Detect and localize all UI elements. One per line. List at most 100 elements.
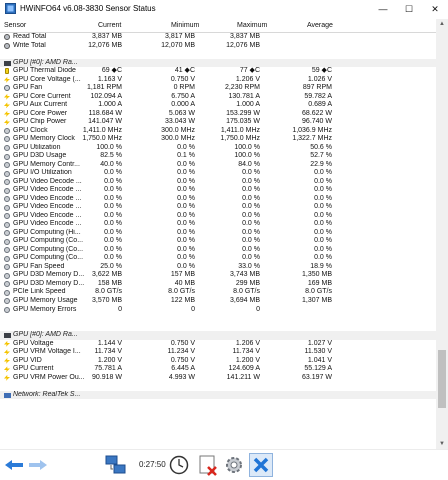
sensor-row[interactable]: GPU Memory Contr... 40.0 % 0.0 % 84.0 % 22.9…	[0, 161, 436, 170]
average-value: 169 MB	[307, 279, 332, 287]
sensor-row[interactable]: GPU Memory Usage 3,570 MB 122 MB 3,694 MB 1,…	[0, 297, 436, 306]
sensor-row[interactable]: Write Total 12,076 MB 12,070 MB 12,076 MB	[0, 42, 436, 51]
minimum-value: 6.750 A	[171, 92, 195, 100]
sensor-row[interactable]: GPU D3D Memory D... 158 MB 40 MB 299 MB 169 …	[0, 280, 436, 289]
maximum-value: 12,076 MB	[226, 41, 260, 49]
average-value: 18.9 %	[310, 262, 332, 270]
sensor-group-header[interactable]: GPU [#0]: AMD Ra...	[0, 331, 436, 340]
minimum-value: 0.0 %	[177, 254, 195, 262]
sensor-row[interactable]: GPU Video Decode ... 0.0 % 0.0 % 0.0 % 0.0 %	[0, 178, 436, 187]
sensor-row[interactable]: GPU Core Power 118.684 W 5.063 W 153.299 W6…	[0, 110, 436, 119]
header-minimum[interactable]: Minimum	[171, 22, 199, 29]
clock-icon	[169, 455, 189, 475]
close-button[interactable]: ✕	[422, 0, 448, 18]
column-header-row: Sensor Current Minimum Maximum Average	[0, 19, 436, 33]
minimize-button[interactable]: —	[370, 0, 396, 18]
current-value: 8.0 GT/s	[95, 288, 122, 296]
sensor-row[interactable]: PCIe Link Speed 8.0 GT/s 8.0 GT/s 8.0 GT/s 8…	[0, 288, 436, 297]
clock-button[interactable]	[168, 453, 190, 477]
sensor-row[interactable]: GPU Video Encode ... 0.0 % 0.0 % 0.0 % 0.0 %	[0, 203, 436, 212]
sensor-row[interactable]: GPU D3D Usage 82.5 % 0.1 % 100.0 % 52.7 %	[0, 152, 436, 161]
voltage-icon	[4, 102, 10, 109]
nav-right-button[interactable]	[27, 453, 49, 477]
average-value: 11.530 V	[304, 348, 332, 356]
scroll-up-icon[interactable]: ▲	[436, 19, 448, 29]
sensor-row[interactable]: GPU Video Encode ... 0.0 % 0.0 % 0.0 % 0.0 %	[0, 186, 436, 195]
maximum-value: 77 ◆C	[239, 67, 260, 75]
sensor-group-header[interactable]: Network: RealTek S...	[0, 390, 436, 400]
settings-button[interactable]	[222, 453, 246, 477]
network-button[interactable]	[103, 453, 129, 477]
maximum-value: 175.035 W	[226, 118, 260, 126]
sensor-row[interactable]: GPU Video Encode ... 0.0 % 0.0 % 0.0 % 0.0 %	[0, 195, 436, 204]
average-value: 22.9 %	[310, 160, 332, 168]
average-value: 0.0 %	[314, 237, 332, 245]
minimum-value: 3,817 MB	[165, 33, 195, 40]
sensor-row[interactable]: Read Total 3,837 MB 3,817 MB 3,837 MB	[0, 33, 436, 42]
maximum-value: 0.0 %	[242, 169, 260, 177]
maximum-value: 1.000 A	[236, 101, 260, 109]
maximize-button[interactable]: ☐	[396, 0, 422, 18]
sensor-row[interactable]: GPU Core Current 102.094 A 6.750 A 130.781 …	[0, 93, 436, 102]
elapsed-timer: 0:27:50	[139, 460, 166, 469]
header-average[interactable]: Average	[307, 22, 333, 29]
reset-button[interactable]	[196, 453, 220, 477]
sensor-row[interactable]: GPU D3D Memory D... 3,622 MB 157 MB 3,743 M…	[0, 271, 436, 280]
sensor-row[interactable]: GPU Utilization 100.0 % 0.0 % 100.0 % 50.6 %	[0, 144, 436, 153]
sensor-row[interactable]: GPU Clock 1,411.0 MHz 300.0 MHz 1,411.0 MHz…	[0, 127, 436, 136]
sensor-row[interactable]: GPU VRM Voltage I... 11.734 V 11.234 V 11.7…	[0, 348, 436, 357]
sensor-row[interactable]: GPU Memory Errors 0 0 0	[0, 306, 436, 315]
sensor-row[interactable]: GPU Video Encode ... 0.0 % 0.0 % 0.0 % 0.0 %	[0, 212, 436, 221]
sensor-row[interactable]: GPU VID 1.200 V 0.750 V 1.200 V 1.041 V	[0, 357, 436, 366]
current-value: 102.094 A	[90, 92, 122, 100]
sensor-row[interactable]: GPU Computing (Co... 0.0 % 0.0 % 0.0 % 0.0 %	[0, 254, 436, 263]
sensor-row[interactable]: GPU Core Voltage (... 1.163 V 0.750 V 1.206…	[0, 76, 436, 85]
current-value: 0.0 %	[104, 245, 122, 253]
sensor-row[interactable]: GPU Memory Clock 1,750.0 MHz 300.0 MHz 1,75…	[0, 135, 436, 144]
clock-icon	[4, 272, 10, 279]
window-title: HWiNFO64 v6.08-3830 Sensor Status	[20, 4, 156, 13]
header-sensor[interactable]: Sensor	[4, 22, 26, 29]
sensor-row[interactable]: GPU Computing (Co... 0.0 % 0.0 % 0.0 % 0.0 %	[0, 237, 436, 246]
sensor-row[interactable]: GPU Chip Power 141.047 W 33.043 W 175.035 W…	[0, 118, 436, 127]
average-value: 50.6 %	[310, 143, 332, 151]
sensor-row[interactable]: GPU Fan Speed 25.0 % 0.0 % 33.0 % 18.9 %	[0, 263, 436, 272]
minimum-value: 0.0 %	[177, 211, 195, 219]
sensor-row[interactable]: GPU VRM Power Ou... 90.918 W 4.993 W 141.21…	[0, 374, 436, 383]
voltage-icon	[4, 374, 10, 381]
sensor-row[interactable]: GPU Computing (Co... 0.0 % 0.0 % 0.0 % 0.0 %	[0, 246, 436, 255]
nav-left-button[interactable]	[3, 453, 25, 477]
close-sensors-button[interactable]	[249, 453, 273, 477]
title-bar: HWiNFO64 v6.08-3830 Sensor Status — ☐ ✕	[0, 0, 448, 18]
sensor-row[interactable]: GPU Voltage 1.144 V 0.750 V 1.206 V 1.027 V	[0, 340, 436, 349]
fan-icon	[4, 85, 10, 92]
sensor-row[interactable]: GPU Thermal Diode 69 ◆C 41 ◆C 77 ◆C 59 ◆C	[0, 67, 436, 76]
average-value: 1.026 V	[307, 75, 332, 83]
clock-icon	[4, 162, 10, 169]
sensor-row[interactable]: GPU Video Encode ... 0.0 % 0.0 % 0.0 % 0.0 %	[0, 220, 436, 229]
current-value: 0.0 %	[104, 203, 122, 211]
maximum-value: 0	[256, 305, 260, 313]
sensor-row[interactable]: GPU Fan 1,181 RPM 0 RPM 2,230 RPM 897 RPM	[0, 84, 436, 93]
maximum-value: 0.0 %	[242, 186, 260, 194]
sensor-row[interactable]: GPU Current 75.781 A 6.445 A 124.609 A 55.12…	[0, 365, 436, 374]
minimum-value: 0.750 V	[170, 75, 195, 83]
current-value: 25.0 %	[100, 262, 122, 270]
header-maximum[interactable]: Maximum	[237, 22, 267, 29]
minimum-value: 0.000 A	[171, 101, 195, 109]
reset-icon	[199, 455, 217, 476]
sensor-group-header[interactable]: GPU [#0]: AMD Ra...	[0, 58, 436, 68]
maximum-value: 0.0 %	[242, 177, 260, 185]
scroll-down-icon[interactable]: ▼	[436, 439, 448, 449]
vertical-scrollbar[interactable]: ▲ ▼	[436, 19, 448, 449]
current-value: 12,076 MB	[88, 41, 122, 49]
sensor-row[interactable]: GPU I/O Utilization 0.0 % 0.0 % 0.0 % 0.0 %	[0, 169, 436, 178]
sensor-row[interactable]: GPU Aux Current 1.000 A 0.000 A 1.000 A 0.68…	[0, 101, 436, 110]
minimum-value: 0.0 %	[177, 143, 195, 151]
header-current[interactable]: Current	[98, 22, 121, 29]
sensor-row[interactable]: GPU Computing (Hi... 0.0 % 0.0 % 0.0 % 0.0 %	[0, 229, 436, 238]
minimize-icon: —	[378, 4, 388, 14]
scrollbar-thumb[interactable]	[438, 350, 446, 408]
thermometer-icon	[5, 68, 9, 75]
clock-icon	[4, 136, 10, 143]
